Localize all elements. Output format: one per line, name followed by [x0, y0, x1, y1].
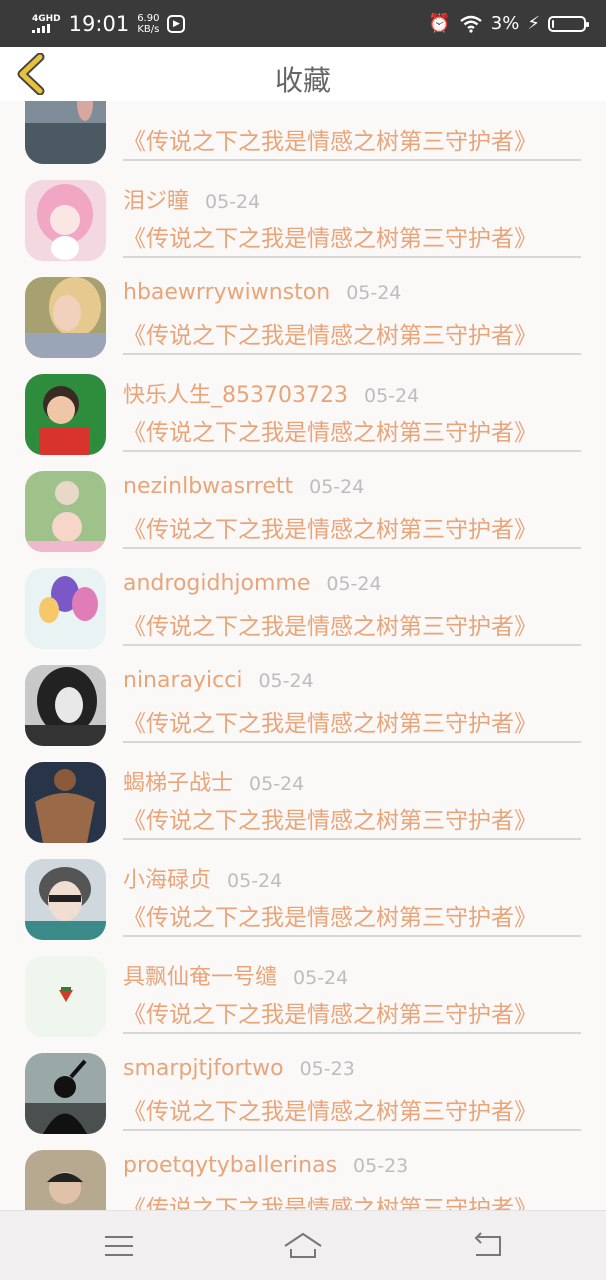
back-nav-button[interactable] — [468, 1229, 508, 1263]
username[interactable]: androgidhjomme — [123, 571, 310, 596]
date: 05-24 — [227, 870, 283, 892]
status-bar: 4GHD 19:01 6.90 KB/s ▶ ⏰ 3% ⚡ — [0, 0, 606, 47]
list-item[interactable]: smarpjtjfortwo 05-23 《传说之下之我是情感之树第三守护者》 — [0, 1046, 606, 1143]
username[interactable]: smarpjtjfortwo — [123, 1056, 284, 1081]
page-title: 收藏 — [274, 64, 331, 97]
list-item[interactable]: proetqytyballerinas 05-23 《传说之下之我是情感之树第三守护… — [0, 1143, 606, 1210]
book-title[interactable]: 《传说之下之我是情感之树第三守护者》 — [123, 1189, 581, 1210]
date: 05-24 — [258, 670, 314, 692]
list-item[interactable]: 《传说之下之我是情感之树第三守护者》 — [0, 101, 606, 173]
list-item[interactable]: nezinlbwasrrett 05-24 《传说之下之我是情感之树第三守护者》 — [0, 464, 606, 561]
date: 05-23 — [299, 1058, 355, 1080]
avatar[interactable] — [25, 277, 106, 358]
home-button[interactable] — [283, 1229, 323, 1263]
avatar[interactable] — [25, 762, 106, 843]
date: 05-24 — [309, 476, 365, 498]
menu-icon — [105, 1236, 133, 1256]
alarm-icon: ⏰ — [428, 13, 451, 34]
book-title[interactable]: 《传说之下之我是情感之树第三守护者》 — [123, 219, 581, 258]
username[interactable]: 具飘仙奄一号缱 — [123, 959, 277, 991]
charging-icon: ⚡ — [527, 13, 540, 34]
battery-icon — [548, 15, 589, 32]
avatar[interactable] — [25, 859, 106, 940]
list-item[interactable]: 具飘仙奄一号缱 05-24 《传说之下之我是情感之树第三守护者》 — [0, 949, 606, 1046]
list-item[interactable]: hbaewrrywiwnston 05-24 《传说之下之我是情感之树第三守护者》 — [0, 270, 606, 367]
avatar[interactable] — [25, 568, 106, 649]
list-item[interactable]: 蝎梯子战士 05-24 《传说之下之我是情感之树第三守护者》 — [0, 755, 606, 852]
avatar[interactable] — [25, 956, 106, 1037]
username[interactable]: ninarayicci — [123, 668, 242, 693]
username[interactable]: proetqytyballerinas — [123, 1153, 337, 1178]
avatar[interactable] — [25, 374, 106, 455]
menu-button[interactable] — [100, 1229, 140, 1263]
book-title[interactable]: 《传说之下之我是情感之树第三守护者》 — [123, 898, 581, 937]
book-title[interactable]: 《传说之下之我是情感之树第三守护者》 — [123, 122, 581, 161]
list-item[interactable]: 快乐人生_853703723 05-24 《传说之下之我是情感之树第三守护者》 — [0, 367, 606, 464]
avatar[interactable] — [25, 101, 106, 164]
username[interactable]: 泪ジ瞳 — [123, 183, 189, 215]
play-icon: ▶ — [167, 14, 186, 33]
list-item[interactable]: androgidhjomme 05-24 《传说之下之我是情感之树第三守护者》 — [0, 561, 606, 658]
book-title[interactable]: 《传说之下之我是情感之树第三守护者》 — [123, 995, 581, 1034]
avatar[interactable] — [25, 1053, 106, 1134]
header: 收藏 — [0, 47, 606, 101]
username[interactable]: 快乐人生_853703723 — [123, 377, 348, 409]
speed-unit: KB/s — [137, 23, 160, 35]
date: 05-24 — [249, 773, 305, 795]
date: 05-24 — [293, 967, 349, 989]
book-title[interactable]: 《传说之下之我是情感之树第三守护者》 — [123, 607, 581, 646]
list-item[interactable]: 小海碌贞 05-24 《传说之下之我是情感之树第三守护者》 — [0, 852, 606, 949]
username[interactable]: 蝎梯子战士 — [123, 765, 233, 797]
network-type: 4GHD — [32, 13, 61, 24]
list-item[interactable]: 泪ジ瞳 05-24 《传说之下之我是情感之树第三守护者》 — [0, 173, 606, 270]
network-speed: 6.90 KB/s — [137, 13, 159, 35]
date: 05-24 — [326, 573, 382, 595]
book-title[interactable]: 《传说之下之我是情感之树第三守护者》 — [123, 413, 581, 452]
wifi-icon — [460, 15, 482, 33]
username[interactable]: nezinlbwasrrett — [123, 474, 293, 499]
clock: 19:01 — [68, 11, 130, 36]
avatar[interactable] — [25, 471, 106, 552]
date: 05-24 — [205, 191, 261, 213]
book-title[interactable]: 《传说之下之我是情感之树第三守护者》 — [123, 1092, 581, 1131]
avatar[interactable] — [25, 1150, 106, 1210]
speed-value: 6.90 — [137, 12, 160, 24]
signal-icon: 4GHD — [32, 13, 61, 33]
date: 05-24 — [363, 385, 420, 407]
back-icon — [474, 1232, 501, 1256]
username[interactable]: hbaewrrywiwnston — [123, 280, 330, 305]
book-title[interactable]: 《传说之下之我是情感之树第三守护者》 — [123, 801, 581, 840]
book-title[interactable]: 《传说之下之我是情感之树第三守护者》 — [123, 316, 581, 355]
book-title[interactable]: 《传说之下之我是情感之树第三守护者》 — [123, 704, 581, 743]
battery-percent: 3% — [490, 13, 520, 34]
date: 05-24 — [346, 282, 402, 304]
username[interactable]: 小海碌贞 — [123, 862, 211, 894]
navigation-bar — [0, 1210, 606, 1280]
list-item[interactable]: ninarayicci 05-24 《传说之下之我是情感之树第三守护者》 — [0, 658, 606, 755]
date: 05-23 — [353, 1155, 409, 1177]
book-title[interactable]: 《传说之下之我是情感之树第三守护者》 — [123, 510, 581, 549]
home-icon — [284, 1232, 322, 1258]
favorites-list[interactable]: 《传说之下之我是情感之树第三守护者》 泪ジ瞳 05-24 《传说之下之我是情感之树第三… — [0, 101, 606, 1210]
avatar[interactable] — [25, 180, 106, 261]
avatar[interactable] — [25, 665, 106, 746]
